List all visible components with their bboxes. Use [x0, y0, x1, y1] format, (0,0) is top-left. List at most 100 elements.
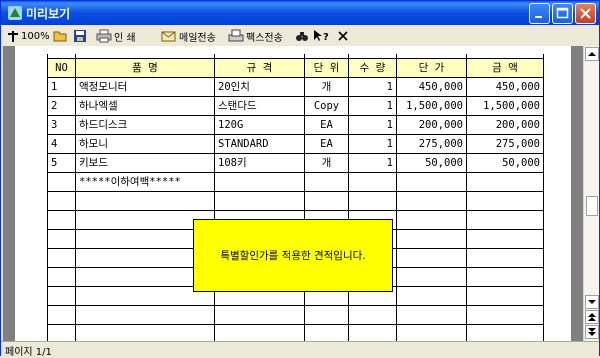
- cell-no: 4: [47, 133, 76, 154]
- header-item-name: 품 명: [75, 57, 215, 78]
- table-row: 5 키보드 108키 개 1 50,000 50,000: [47, 152, 544, 173]
- cell-item-name: 하나엑셀: [75, 95, 215, 116]
- cell-item-name: 하모니: [75, 133, 215, 154]
- table-row: 3 하드디스크 120G EA 1 200,000 200,000: [47, 114, 544, 135]
- cell-unit: 개: [304, 76, 349, 97]
- page-up-button[interactable]: [585, 310, 599, 324]
- find-button[interactable]: [295, 26, 309, 46]
- double-arrow-up-icon: [588, 313, 596, 321]
- minimize-icon: [535, 16, 542, 18]
- cell-qty: 1: [348, 114, 397, 135]
- printer-icon: [96, 29, 112, 43]
- cell-unit-price: 275,000: [396, 133, 467, 154]
- arrow-down-icon: [588, 300, 596, 304]
- cell-amount: 1,500,000: [466, 95, 544, 116]
- cell-unit-price: 200,000: [396, 114, 467, 135]
- email-send-button[interactable]: 메일전송: [161, 26, 216, 46]
- arrow-up-icon: [588, 52, 596, 56]
- header-unit-price: 단 가: [396, 57, 467, 78]
- cell-spec: 20인치: [214, 76, 305, 97]
- toolbar: 100% 인 쇄 메일전송 팩스전송 ?: [3, 26, 599, 46]
- maximize-button[interactable]: [552, 3, 573, 24]
- zoom-button[interactable]: 100%: [7, 26, 50, 46]
- discount-note: 특별할인가를 적용한 견적입니다.: [193, 219, 393, 292]
- maximize-icon: [556, 7, 569, 19]
- cell-unit: EA: [304, 133, 349, 154]
- cell-no: 5: [47, 152, 76, 173]
- save-button[interactable]: [73, 26, 87, 46]
- cell-unit-price: 450,000: [396, 76, 467, 97]
- app-icon: [8, 6, 22, 20]
- header-qty: 수 량: [348, 57, 397, 78]
- fax-send-label: 팩스전송: [246, 32, 283, 44]
- mail-icon: [161, 31, 176, 42]
- preview-area: NO 품 명 규 격 단 위 수 량 단 가 금 액 1 액정모니터 20인치 …: [3, 46, 583, 341]
- exit-button[interactable]: [337, 26, 349, 46]
- cell-unit-price: 50,000: [396, 152, 467, 173]
- scroll-down-button[interactable]: [585, 295, 599, 309]
- close-window-button[interactable]: [575, 3, 596, 24]
- cell-qty: 1: [348, 133, 397, 154]
- empty-row: [47, 190, 544, 211]
- cell-amount: 450,000: [466, 76, 544, 97]
- fax-send-button[interactable]: 팩스전송: [228, 26, 283, 46]
- header-spec: 규 격: [214, 57, 305, 78]
- cell-no: 3: [47, 114, 76, 135]
- minimize-button[interactable]: [529, 3, 550, 24]
- cell-amount: 50,000: [466, 152, 544, 173]
- empty-row: [47, 304, 544, 325]
- binoculars-icon: [296, 32, 308, 41]
- cell-qty: 1: [348, 95, 397, 116]
- double-arrow-down-icon: [588, 328, 596, 336]
- preview-window: 미리보기 100% 인 쇄 메일전송 팩스전송 ? NO 품 명 규 격 단 위…: [0, 0, 600, 358]
- cell-spec: 스탠다드: [214, 95, 305, 116]
- page-sheet: NO 품 명 규 격 단 위 수 량 단 가 금 액 1 액정모니터 20인치 …: [15, 46, 571, 341]
- help-button[interactable]: ?: [313, 26, 329, 46]
- print-button[interactable]: 인 쇄: [96, 26, 136, 46]
- status-bar: 페이지 1/1: [1, 341, 599, 358]
- header-amount: 금 액: [466, 57, 544, 78]
- svg-text:?: ?: [323, 32, 329, 43]
- header-no: NO: [47, 57, 76, 78]
- cell-item-name: 하드디스크: [75, 114, 215, 135]
- cell-spec: STANDARD: [214, 133, 305, 154]
- header-unit: 단 위: [304, 57, 349, 78]
- save-icon: [74, 30, 86, 42]
- cell-unit: EA: [304, 114, 349, 135]
- close-icon: [580, 8, 591, 19]
- print-label: 인 쇄: [114, 32, 136, 44]
- table-header-row: NO 품 명 규 격 단 위 수 량 단 가 금 액: [47, 57, 544, 78]
- scroll-thumb[interactable]: [586, 196, 598, 216]
- cell-unit: 개: [304, 152, 349, 173]
- title-bar[interactable]: 미리보기: [1, 1, 599, 25]
- table-row: 2 하나엑셀 스탠다드 Copy 1 1,500,000 1,500,000: [47, 95, 544, 116]
- cell-spec: 108키: [214, 152, 305, 173]
- cell-qty: 1: [348, 76, 397, 97]
- fax-icon: [228, 29, 244, 42]
- cell-qty: 1: [348, 152, 397, 173]
- open-button[interactable]: [53, 26, 69, 46]
- empty-row: [47, 323, 544, 341]
- folder-open-icon: [53, 31, 67, 42]
- cell-item-name: 키보드: [75, 152, 215, 173]
- close-x-icon: [338, 31, 348, 41]
- cell-unit: Copy: [304, 95, 349, 116]
- window-title: 미리보기: [26, 7, 71, 21]
- cell-no: 1: [47, 76, 76, 97]
- cell-no: 2: [47, 95, 76, 116]
- zoom-label: 100%: [21, 30, 50, 42]
- table-row-note: *****이하여백*****: [47, 171, 544, 192]
- cell-amount: 200,000: [466, 114, 544, 135]
- table-row: 1 액정모니터 20인치 개 1 450,000 450,000: [47, 76, 544, 97]
- footer-note: *****이하여백*****: [75, 171, 215, 192]
- quote-table: NO 품 명 규 격 단 위 수 량 단 가 금 액 1 액정모니터 20인치 …: [47, 54, 544, 341]
- email-send-label: 메일전송: [179, 32, 216, 44]
- table-row: 4 하모니 STANDARD EA 1 275,000 275,000: [47, 133, 544, 154]
- cell-item-name: 액정모니터: [75, 76, 215, 97]
- help-pointer-icon: ?: [314, 30, 329, 43]
- cell-spec: 120G: [214, 114, 305, 135]
- cell-unit-price: 1,500,000: [396, 95, 467, 116]
- scroll-up-button[interactable]: [585, 47, 599, 61]
- page-down-button[interactable]: [585, 325, 599, 339]
- vertical-scrollbar[interactable]: [583, 46, 599, 341]
